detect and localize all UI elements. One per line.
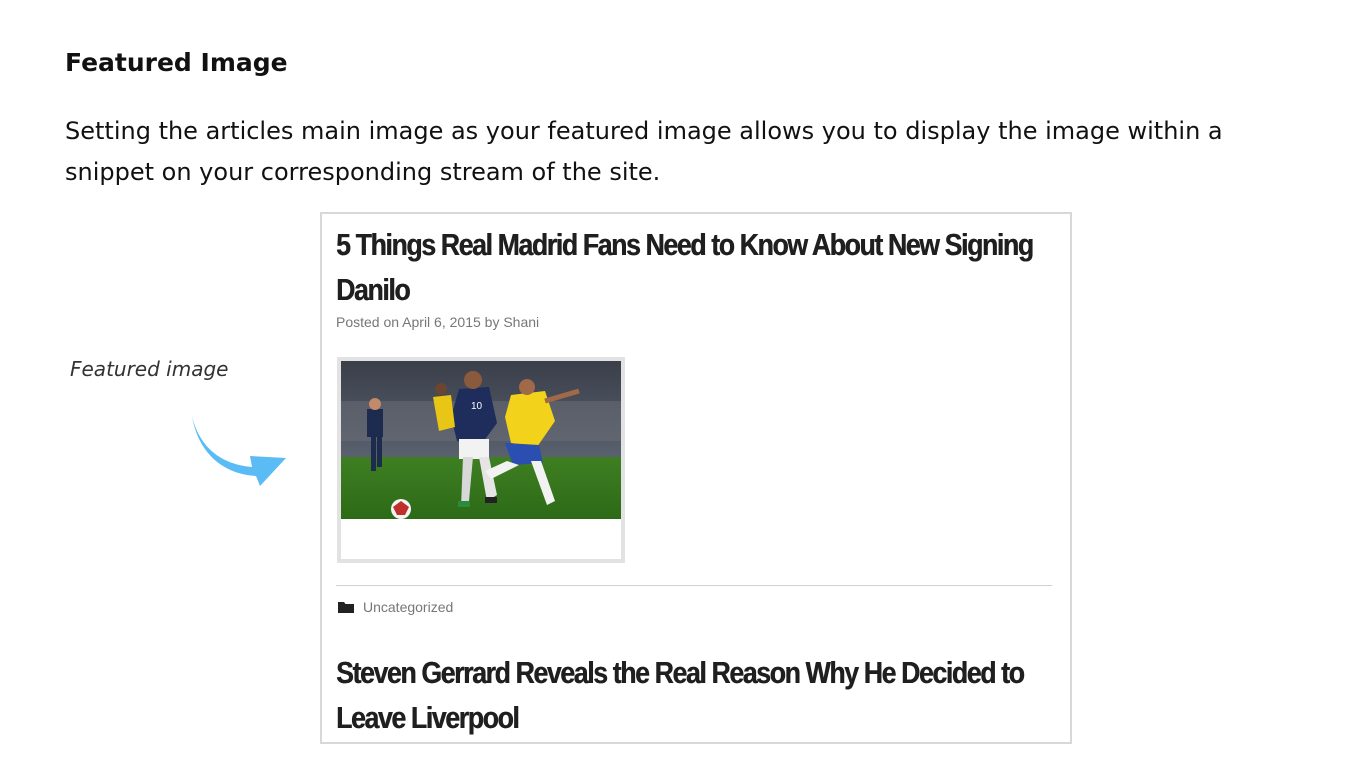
featured-image-thumbnail[interactable]: 10 <box>337 357 625 563</box>
category-label: Uncategorized <box>363 599 454 615</box>
svg-text:10: 10 <box>471 401 483 412</box>
intro-paragraph: Setting the articles main image as your … <box>65 117 1223 186</box>
curved-arrow-icon <box>192 416 286 486</box>
soccer-players-photo: 10 <box>341 361 621 519</box>
post-title[interactable]: 5 Things Real Madrid Fans Need to Know A… <box>336 222 1041 312</box>
section-heading: Featured Image <box>65 48 288 77</box>
divider <box>336 585 1052 586</box>
stream-snippet-screenshot: 5 Things Real Madrid Fans Need to Know A… <box>320 212 1072 744</box>
post-meta: Posted on April 6, 2015 by Shani <box>336 314 540 330</box>
featured-image-callout-label: Featured image <box>70 357 229 381</box>
post-title[interactable]: Steven Gerrard Reveals the Real Reason W… <box>336 650 1041 740</box>
folder-icon <box>338 602 354 613</box>
category-link[interactable]: Uncategorized <box>338 599 453 615</box>
